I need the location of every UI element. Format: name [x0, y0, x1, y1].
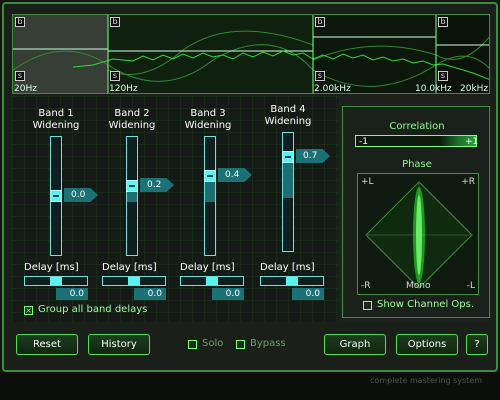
bypass-label: Bypass	[250, 338, 286, 349]
correlation-meter	[355, 135, 477, 147]
band1-title: Band 1 Widening	[32, 108, 80, 131]
reset-button[interactable]: Reset	[16, 334, 78, 355]
band4-widening-slider[interactable]	[282, 132, 294, 252]
footer: complete mastering system	[0, 372, 500, 400]
band3-slider-knob[interactable]	[204, 170, 216, 182]
band3-value: 0.4	[218, 168, 252, 182]
band4-title: Band 4 Widening	[264, 104, 312, 127]
band3-delay-label: Delay [ms]	[180, 262, 235, 273]
band2-delay-value: 0.0	[134, 288, 166, 300]
freq-label-2khz: 2.00kHz	[314, 84, 351, 94]
band1-delay-slider[interactable]	[24, 276, 88, 286]
band3-delay-slider[interactable]	[180, 276, 244, 286]
show-channel-ops-label: Show Channel Ops.	[377, 299, 475, 310]
phase-label-plus-r: +R	[461, 177, 475, 187]
spectrum-graph	[13, 15, 489, 93]
band2-title: Band 2 Widening	[108, 108, 156, 131]
band4-solo-s[interactable]: s	[438, 71, 448, 81]
correlation-title: Correlation	[389, 121, 445, 132]
band1-value: 0.0	[64, 188, 98, 202]
phase-scope-graph	[365, 181, 473, 289]
band1-widening-slider[interactable]	[50, 136, 62, 256]
help-button[interactable]: ?	[466, 334, 488, 355]
band3-delay-knob[interactable]	[206, 277, 218, 285]
band2-delay-slider[interactable]	[102, 276, 166, 286]
band3-widening-slider[interactable]	[204, 136, 216, 256]
phase-scope: +L +R -R Mono -L	[357, 173, 479, 295]
band4-delay-slider[interactable]	[260, 276, 324, 286]
phase-label-minus-l: -L	[466, 281, 475, 291]
band2-marker-b[interactable]: b	[110, 17, 120, 27]
band4-delay-label: Delay [ms]	[260, 262, 315, 273]
bypass-checkbox[interactable]	[236, 340, 245, 349]
band1-delay-knob[interactable]	[50, 277, 62, 285]
band-controls-panel: Band 1 Widening Band 2 Widening Band 3 Wide…	[12, 96, 338, 322]
options-button[interactable]: Options	[396, 334, 458, 355]
group-delays-label: Group all band delays	[38, 304, 148, 315]
freq-label-120hz: 120Hz	[109, 84, 138, 94]
phase-label-plus-l: +L	[361, 177, 374, 187]
graph-button[interactable]: Graph	[324, 334, 386, 355]
main-panel: Band 1 Widening Band 2 Widening Band 3 Wide…	[12, 96, 490, 322]
stereo-imager-window: b b b b s s s s 20Hz 120Hz 2.00kHz 10.0k…	[0, 0, 500, 400]
phase-title: Phase	[402, 159, 432, 170]
band4-delay-knob[interactable]	[286, 277, 298, 285]
band1-slider-knob[interactable]	[50, 190, 62, 202]
solo-checkbox[interactable]	[188, 340, 197, 349]
phase-label-minus-r: -R	[361, 281, 371, 291]
band4-slider-knob[interactable]	[282, 151, 294, 163]
band1-solo-s[interactable]: s	[15, 71, 25, 81]
show-channel-ops-checkbox[interactable]	[363, 301, 372, 310]
band3-title: Band 3 Widening	[184, 108, 232, 131]
band1-marker-b[interactable]: b	[15, 17, 25, 27]
band4-value: 0.7	[296, 149, 330, 163]
band2-delay-knob[interactable]	[128, 277, 140, 285]
band3-marker-b[interactable]: b	[315, 17, 325, 27]
footer-text: complete mastering system	[370, 376, 482, 385]
history-button[interactable]: History	[88, 334, 150, 355]
solo-label: Solo	[202, 338, 224, 349]
phase-label-mono: Mono	[406, 281, 431, 291]
band2-slider-knob[interactable]	[126, 180, 138, 192]
band2-solo-s[interactable]: s	[110, 71, 120, 81]
band3-delay-value: 0.0	[212, 288, 244, 300]
correlation-max-label: +1	[465, 137, 479, 147]
band1-delay-value: 0.0	[56, 288, 88, 300]
bottom-toolbar: Reset History Solo Bypass Graph Options …	[12, 328, 490, 360]
band4-delay-value: 0.0	[292, 288, 324, 300]
freq-label-10khz: 10.0kHz	[415, 84, 452, 94]
band4-marker-b[interactable]: b	[438, 17, 448, 27]
freq-label-20khz: 20kHz	[460, 84, 489, 94]
group-delays-checkbox[interactable]: ×	[24, 306, 33, 315]
band3-solo-s[interactable]: s	[315, 71, 325, 81]
freq-label-20hz: 20Hz	[14, 84, 37, 94]
band1-delay-label: Delay [ms]	[24, 262, 79, 273]
spectrum-display[interactable]: b b b b s s s s	[12, 14, 490, 94]
band2-delay-label: Delay [ms]	[102, 262, 157, 273]
band2-value: 0.2	[140, 178, 174, 192]
band2-widening-slider[interactable]	[126, 136, 138, 256]
correlation-min-label: -1	[359, 137, 368, 147]
analysis-panel: Correlation -1 +1 Phase +L +R -R Mono -L	[342, 106, 490, 318]
